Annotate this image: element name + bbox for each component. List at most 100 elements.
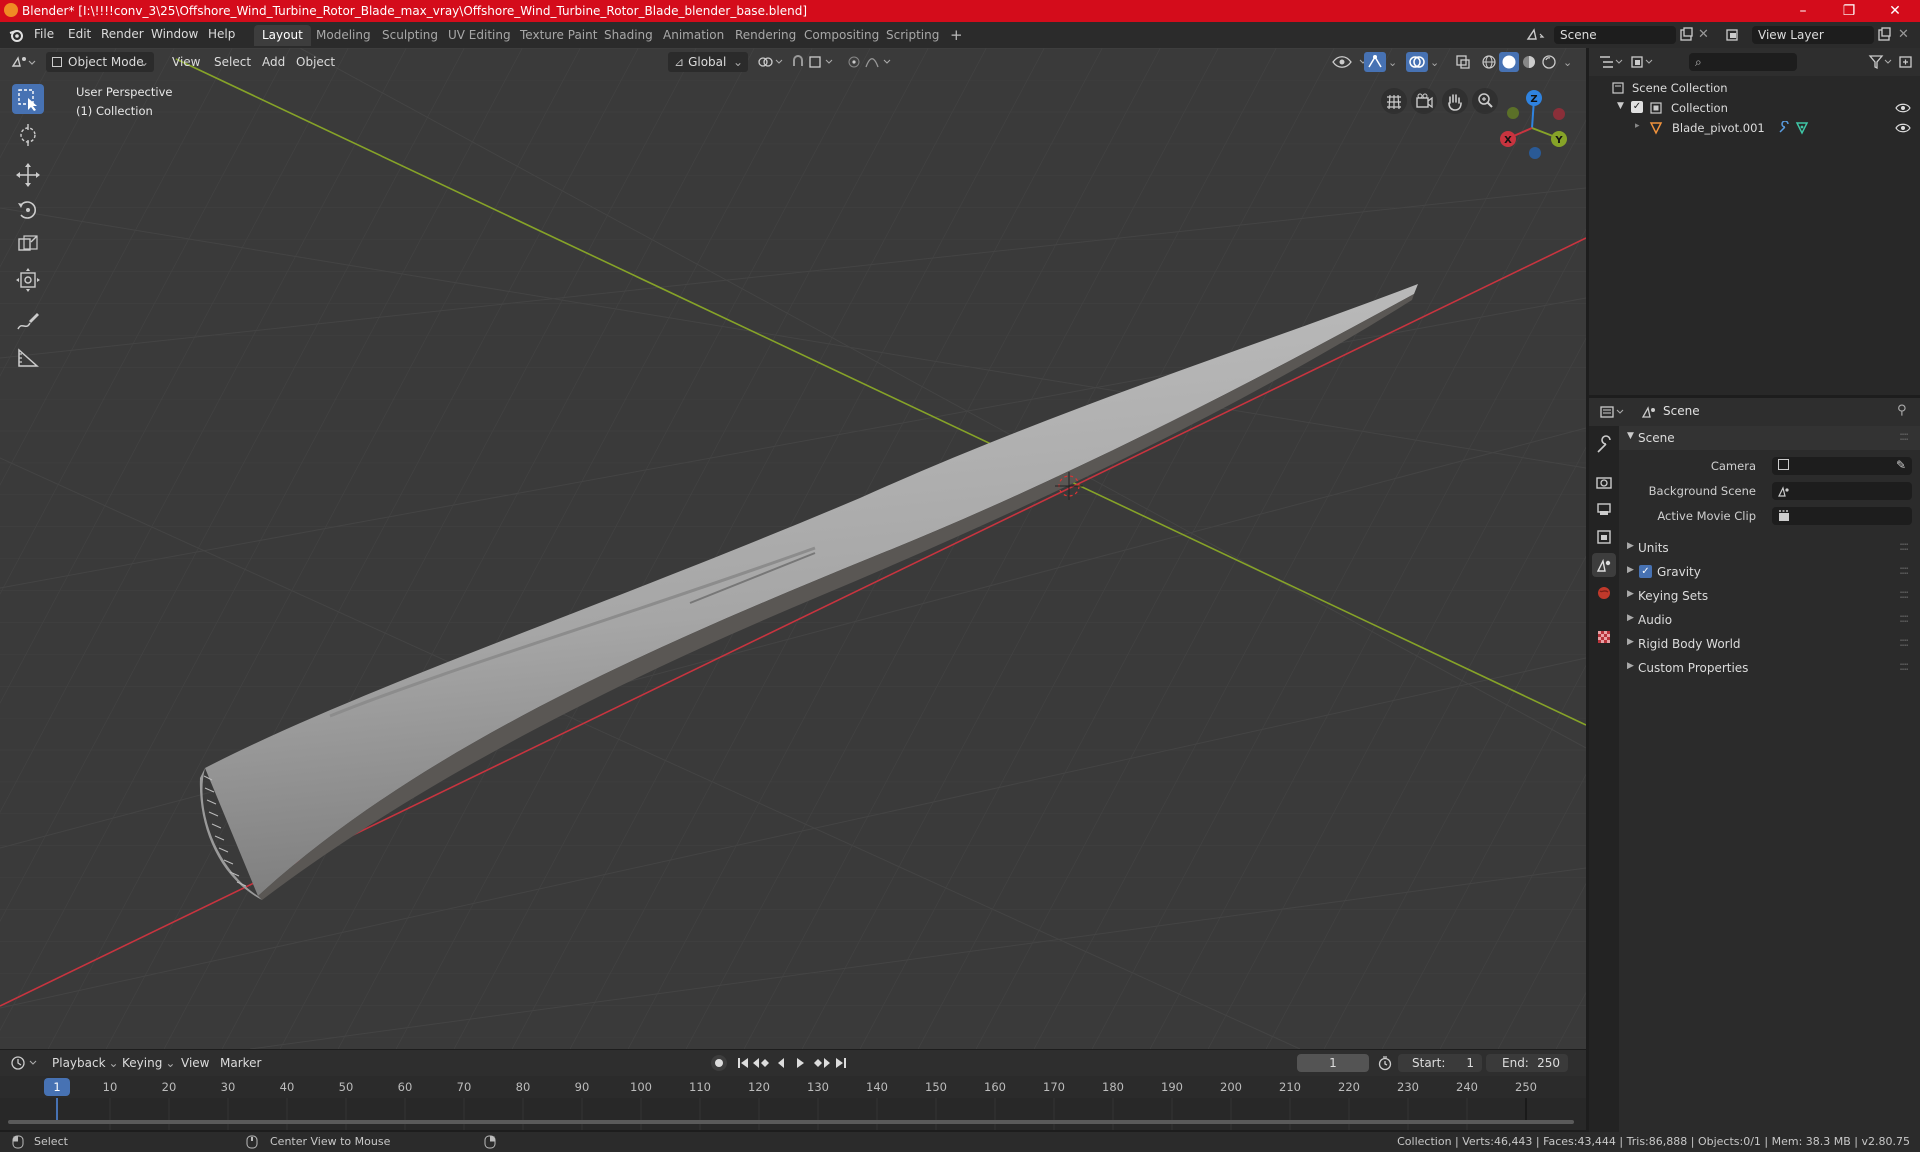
filter-icon[interactable] bbox=[1867, 53, 1893, 71]
timeline-menu-playback[interactable]: Playback ⌄ bbox=[46, 1053, 125, 1073]
neg-y-axis-ball[interactable] bbox=[1507, 107, 1519, 119]
background-scene-field[interactable] bbox=[1772, 482, 1912, 500]
current-frame-field[interactable]: 1 bbox=[1297, 1054, 1369, 1072]
chevron-down-icon[interactable]: ⌄ bbox=[1388, 56, 1397, 69]
eye-icon[interactable] bbox=[1895, 102, 1911, 114]
eye-icon[interactable] bbox=[1895, 122, 1911, 134]
tab-modeling[interactable]: Modeling bbox=[308, 25, 379, 46]
subpanel-units[interactable]: ▶ Units :::: bbox=[1619, 536, 1920, 560]
view-layer-selector-icon[interactable] bbox=[1724, 27, 1746, 43]
pivot-point-icon[interactable] bbox=[756, 54, 784, 70]
tab-output[interactable] bbox=[1592, 497, 1616, 521]
menu-select[interactable]: Select bbox=[208, 52, 257, 72]
wireframe-shading-icon[interactable] bbox=[1480, 53, 1498, 71]
mesh-data-icon[interactable] bbox=[1795, 121, 1809, 135]
start-frame-field[interactable]: Start: 1 bbox=[1398, 1054, 1482, 1072]
tool-move[interactable] bbox=[12, 160, 44, 190]
stopwatch-icon[interactable] bbox=[1377, 1055, 1393, 1071]
gizmo-toggle-button[interactable] bbox=[1364, 52, 1386, 72]
tool-rotate[interactable] bbox=[12, 195, 44, 225]
menu-render[interactable]: Render bbox=[101, 27, 144, 41]
tab-rendering[interactable]: Rendering bbox=[727, 25, 804, 46]
menu-edit[interactable]: Edit bbox=[68, 27, 91, 41]
mode-dropdown[interactable]: Object Mode ⌄ bbox=[46, 52, 154, 72]
3d-viewport[interactable] bbox=[0, 48, 1586, 1049]
tab-scripting[interactable]: Scripting bbox=[878, 25, 947, 46]
drag-handle-icon[interactable]: :::: bbox=[1899, 539, 1909, 553]
outliner-row-collection[interactable]: ▼ ✓ Collection bbox=[1589, 98, 1920, 118]
menu-object[interactable]: Object bbox=[290, 52, 341, 72]
tool-annotate[interactable] bbox=[12, 307, 44, 337]
overlays-toggle-button[interactable] bbox=[1406, 52, 1428, 72]
tab-animation[interactable]: Animation bbox=[655, 25, 732, 46]
menu-view[interactable]: View bbox=[166, 52, 206, 72]
maximize-button[interactable]: ❐ bbox=[1826, 0, 1872, 22]
pin-icon[interactable]: ⚲ bbox=[1897, 403, 1907, 418]
gravity-checkbox[interactable]: ✓ bbox=[1639, 565, 1652, 578]
subpanel-custom-properties[interactable]: ▶ Custom Properties :::: bbox=[1619, 656, 1920, 680]
timeline-menu-marker[interactable]: Marker bbox=[214, 1053, 267, 1073]
editor-type-icon[interactable] bbox=[10, 53, 36, 71]
menu-add[interactable]: Add bbox=[256, 52, 291, 72]
timeline-editor-icon[interactable] bbox=[10, 1055, 38, 1071]
scene-selector-icon[interactable] bbox=[1526, 27, 1546, 43]
neg-z-axis-ball[interactable] bbox=[1529, 147, 1541, 159]
subpanel-keying-sets[interactable]: ▶ Keying Sets :::: bbox=[1619, 584, 1920, 608]
tab-world[interactable] bbox=[1592, 581, 1616, 605]
drag-handle-icon[interactable]: :::: bbox=[1899, 587, 1909, 601]
new-collection-icon[interactable] bbox=[1897, 53, 1915, 71]
camera-view-button[interactable] bbox=[1411, 88, 1437, 114]
collection-checkbox[interactable]: ✓ bbox=[1631, 101, 1643, 113]
material-preview-icon[interactable] bbox=[1520, 53, 1538, 71]
menu-file[interactable]: File bbox=[34, 27, 54, 41]
modifier-wrench-icon[interactable] bbox=[1777, 121, 1791, 135]
navigation-gizmo[interactable]: Z Y X bbox=[1495, 88, 1569, 162]
outliner-editor-icon[interactable] bbox=[1597, 54, 1623, 70]
tab-compositing[interactable]: Compositing bbox=[796, 25, 887, 46]
close-button[interactable]: ✕ bbox=[1872, 0, 1918, 22]
blender-menu-icon[interactable] bbox=[8, 27, 24, 43]
minimize-button[interactable]: – bbox=[1780, 0, 1826, 22]
new-view-layer-icon[interactable] bbox=[1876, 27, 1892, 43]
drag-handle-icon[interactable]: :::: bbox=[1899, 563, 1909, 577]
add-workspace-button[interactable]: + bbox=[942, 25, 971, 46]
drag-handle-icon[interactable]: :::: bbox=[1899, 611, 1909, 625]
scene-name-field[interactable]: Scene bbox=[1554, 26, 1676, 44]
tab-shading[interactable]: Shading bbox=[596, 25, 661, 46]
snap-icon[interactable] bbox=[790, 54, 836, 70]
xray-toggle-icon[interactable] bbox=[1454, 53, 1472, 71]
view-layer-field[interactable]: View Layer bbox=[1752, 26, 1874, 44]
expand-arrow-icon[interactable]: ▸ bbox=[1635, 121, 1640, 131]
end-frame-field[interactable]: End: 250 bbox=[1486, 1054, 1568, 1072]
tab-layout[interactable]: Layout bbox=[254, 25, 311, 46]
neg-x-axis-ball[interactable] bbox=[1553, 108, 1565, 120]
tool-cursor[interactable] bbox=[12, 120, 44, 150]
display-mode-icon[interactable] bbox=[1629, 54, 1655, 70]
subpanel-audio[interactable]: ▶ Audio :::: bbox=[1619, 608, 1920, 632]
timeline-menu-view[interactable]: View bbox=[175, 1053, 215, 1073]
timeline-track-area[interactable] bbox=[0, 1098, 1586, 1130]
tab-view-layer[interactable] bbox=[1592, 525, 1616, 549]
tool-measure[interactable] bbox=[12, 342, 44, 372]
record-button[interactable] bbox=[711, 1055, 727, 1071]
outliner-row-blade-pivot[interactable]: ▸ Blade_pivot.001 bbox=[1589, 118, 1920, 138]
delete-view-layer-icon[interactable]: ✕ bbox=[1898, 27, 1909, 42]
rendered-shading-icon[interactable] bbox=[1540, 53, 1558, 71]
tab-scene[interactable] bbox=[1592, 553, 1616, 577]
tool-scale[interactable] bbox=[12, 230, 44, 260]
transform-orientation-dropdown[interactable]: ⊿ Global ⌄ bbox=[668, 52, 748, 72]
tab-uv-editing[interactable]: UV Editing bbox=[440, 25, 519, 46]
pan-view-button[interactable] bbox=[1442, 88, 1468, 114]
outliner-search-input[interactable]: ⌕ bbox=[1689, 53, 1797, 71]
timeline-menu-keying[interactable]: Keying ⌄ bbox=[116, 1053, 181, 1073]
subpanel-gravity[interactable]: ▶ ✓ Gravity :::: bbox=[1619, 560, 1920, 584]
playback-controls[interactable] bbox=[736, 1055, 848, 1071]
solid-shading-button[interactable] bbox=[1499, 52, 1519, 72]
camera-field[interactable]: ✎ bbox=[1772, 457, 1912, 475]
menu-window[interactable]: Window bbox=[151, 27, 198, 41]
active-movie-clip-field[interactable] bbox=[1772, 507, 1912, 525]
chevron-down-icon[interactable]: ⌄ bbox=[1430, 56, 1439, 69]
scene-panel-header[interactable]: ▼ Scene :::: bbox=[1619, 426, 1920, 450]
tab-sculpting[interactable]: Sculpting bbox=[374, 25, 446, 46]
drag-handle-icon[interactable]: :::: bbox=[1899, 429, 1909, 443]
